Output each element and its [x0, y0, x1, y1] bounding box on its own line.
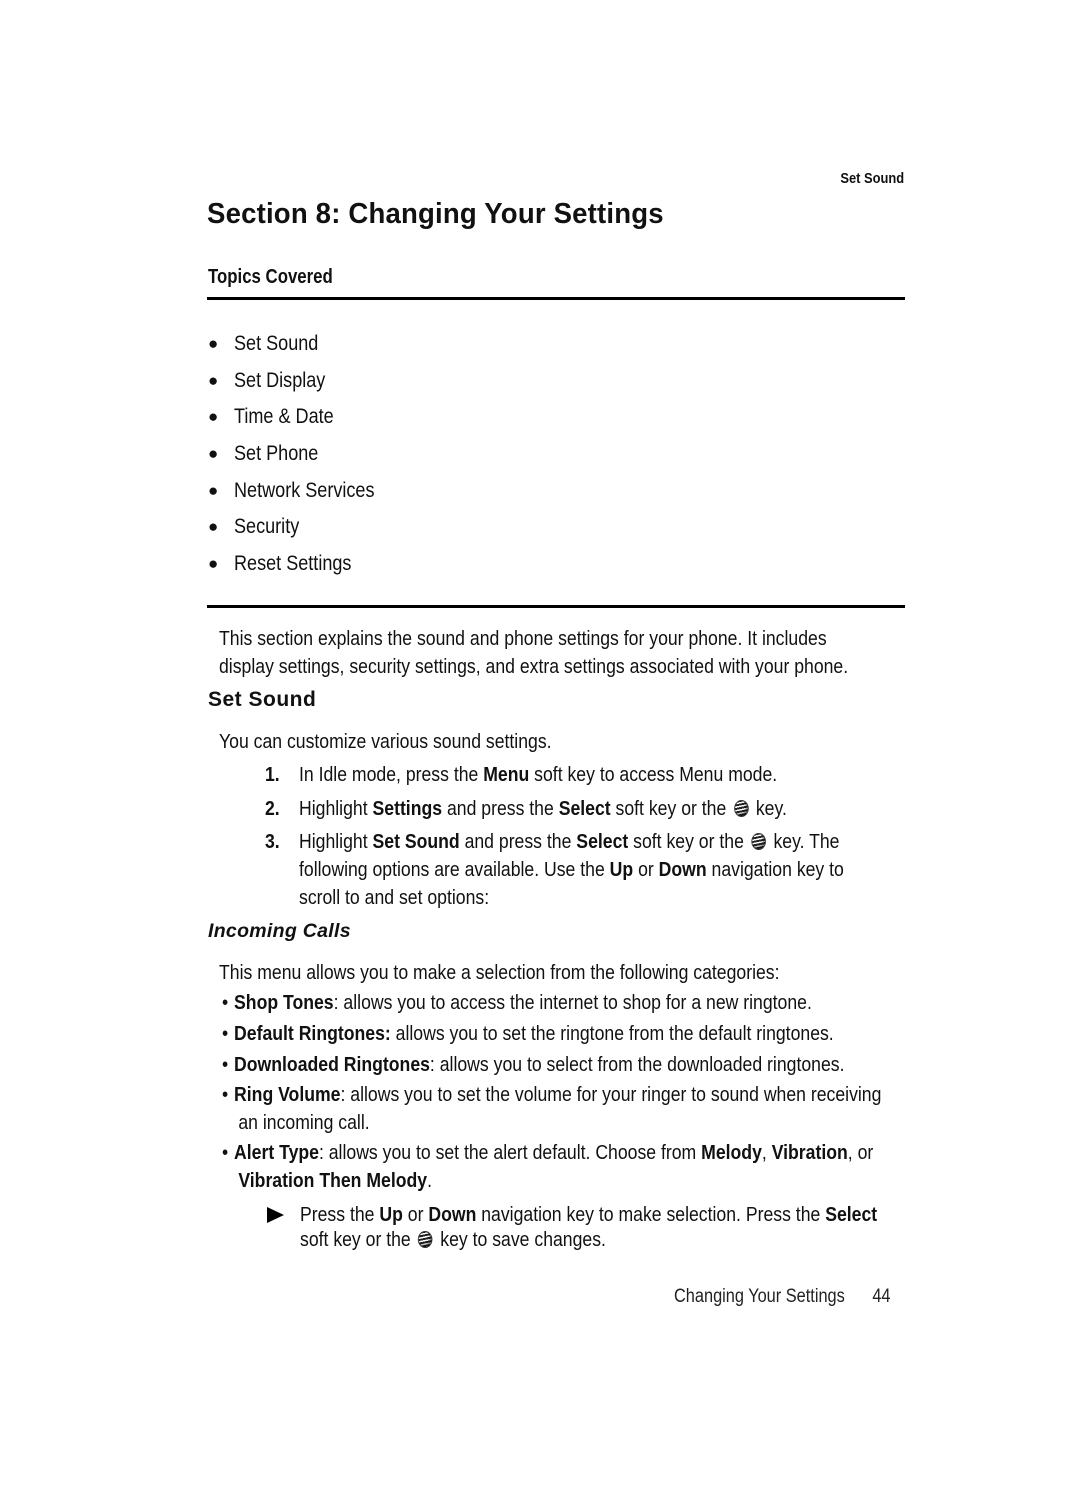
list-item: • Downloaded Ringtones: allows you to sel…	[222, 1051, 881, 1081]
topics-heading: Topics Covered	[208, 266, 333, 288]
att-globe-key-icon	[418, 1231, 433, 1248]
note: Press the Up or Down navigation key to m…	[267, 1202, 971, 1252]
list-item: • Default Ringtones: allows you to set th…	[222, 1020, 881, 1051]
topic-item: ● Set Display	[208, 368, 326, 392]
intro-paragraph: This section explains the sound and phon…	[219, 627, 849, 678]
step-item: 2. Highlight Settings and press the Sele…	[265, 797, 787, 820]
arrow-right-icon	[267, 1207, 284, 1223]
bullet-icon: •	[222, 1022, 229, 1045]
bullet-icon: ●	[208, 370, 219, 390]
bullet-icon: ●	[208, 517, 219, 537]
section-title: Section 8: Changing Your Settings	[207, 198, 664, 230]
running-head: Set Sound	[840, 170, 904, 187]
topics-top-rule	[207, 297, 905, 300]
bullet-icon: ●	[208, 407, 219, 427]
bullet-icon: •	[222, 1141, 229, 1164]
topics-bottom-rule	[207, 605, 905, 608]
bullet-icon: ●	[208, 480, 219, 500]
topic-item: ● Security	[208, 515, 300, 539]
step-item: 1. In Idle mode, press the Menu soft key…	[265, 763, 778, 786]
att-globe-key-icon	[751, 833, 766, 850]
bullet-icon: ●	[208, 553, 219, 573]
incoming-calls-intro: This menu allows you to make a selection…	[219, 961, 780, 984]
bullet-icon: •	[222, 1053, 229, 1076]
bullet-icon: ●	[208, 444, 219, 464]
list-item: • Alert Type: allows you to set the alert…	[222, 1141, 874, 1192]
page-footer: Changing Your Settings 44	[674, 1286, 891, 1308]
att-globe-key-icon	[733, 800, 749, 817]
incoming-calls-list: • Shop Tones: allows you to access the in…	[222, 989, 989, 1195]
topic-item: ● Time & Date	[208, 405, 334, 429]
bullet-icon: ●	[208, 334, 219, 354]
topic-item: ● Set Sound	[208, 332, 319, 356]
steps-list: 1. In Idle mode, press the Menu soft key…	[265, 761, 933, 912]
topic-item: ● Set Phone	[208, 442, 319, 466]
incoming-calls-heading: Incoming Calls	[208, 920, 351, 942]
topics-list: ● Set Sound ● Set Display ● Time & Date ● Se…	[208, 326, 397, 582]
list-item: • Ring Volume: allows you to set the volu…	[222, 1083, 882, 1134]
set-sound-description: You can customize various sound settings…	[219, 730, 552, 753]
list-item: • Shop Tones: allows you to access the in…	[222, 989, 881, 1020]
page-number: 44	[872, 1286, 891, 1307]
bullet-icon: •	[222, 1083, 229, 1106]
bullet-icon: •	[222, 991, 229, 1014]
step-item: 3. Highlight Set Sound and press the Sel…	[265, 830, 844, 909]
topic-item: ● Network Services	[208, 478, 375, 502]
set-sound-heading: Set Sound	[208, 688, 317, 711]
topic-item: ● Reset Settings	[208, 551, 352, 575]
footer-title: Changing Your Settings	[674, 1286, 845, 1307]
